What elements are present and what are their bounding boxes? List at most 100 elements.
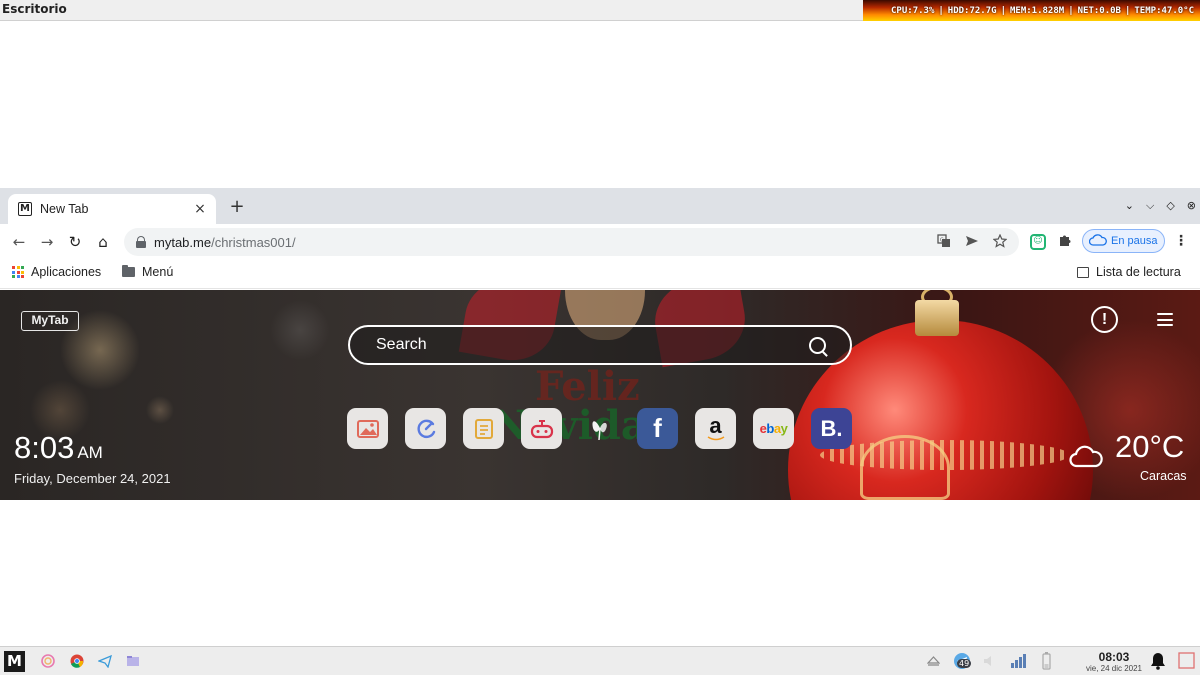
omnibox-actions: G	[937, 233, 1008, 253]
amazon-label: a	[709, 413, 722, 438]
search-box	[348, 325, 852, 365]
telegram-tray-icon[interactable]: 49	[952, 651, 972, 671]
tab-close-icon[interactable]: ×	[192, 201, 208, 217]
translate-icon[interactable]: G	[937, 234, 951, 253]
bookmark-apps-label: Aplicaciones	[31, 265, 102, 279]
sync-paused-icon	[1088, 233, 1107, 249]
send-icon[interactable]	[965, 234, 979, 253]
booking-shortcut[interactable]: B.	[811, 408, 852, 449]
shortcut-row: f a ebay B.	[347, 408, 852, 449]
close-window-icon[interactable]: ⊗	[1187, 200, 1196, 212]
tab-search-icon[interactable]: ⌄	[1125, 200, 1134, 212]
telegram-icon[interactable]	[98, 654, 112, 668]
show-desktop-icon[interactable]	[1178, 652, 1195, 669]
profile-status-label: En pausa	[1111, 235, 1158, 247]
ornament-bow	[860, 435, 950, 500]
booking-label: B.	[820, 415, 843, 441]
bookmark-folder-label: Menú	[142, 265, 174, 279]
taskbar-clock[interactable]: 08:03 vie, 24 dic 2021	[1083, 650, 1145, 674]
sysmon-separator: |	[1000, 5, 1006, 16]
svg-text:G: G	[940, 238, 944, 244]
date-display: Friday, December 24, 2021	[14, 471, 171, 486]
tab-title: New Tab	[40, 202, 89, 216]
sysmon-separator: |	[1124, 5, 1131, 16]
ornament-cap	[915, 300, 959, 336]
notes-shortcut[interactable]	[463, 408, 504, 449]
browser-toolbar: ← → ↻ ⌂ mytab.me /christmas001/ G ☺ En p…	[0, 224, 1200, 259]
lock-icon[interactable]	[136, 236, 146, 248]
browser-menu-icon[interactable]: ⋮	[1174, 233, 1188, 249]
home-button[interactable]: ⌂	[93, 232, 113, 252]
extension-green-icon[interactable]: ☺	[1030, 234, 1046, 250]
volume-icon[interactable]	[983, 655, 995, 667]
butterfly-shortcut[interactable]	[579, 408, 620, 449]
address-bar[interactable]: mytab.me /christmas001/ G	[124, 228, 1019, 256]
profile-paused-button[interactable]: En pausa	[1082, 229, 1165, 253]
amazon-smile-icon	[707, 436, 724, 441]
star-icon[interactable]	[992, 233, 1008, 253]
facebook-label: f	[653, 413, 662, 443]
alert-icon[interactable]: !	[1091, 306, 1118, 333]
clock-display: 8:03 AM	[14, 430, 103, 466]
file-manager-icon[interactable]	[126, 654, 140, 668]
desktop-label[interactable]: Escritorio	[2, 2, 67, 16]
cloud-icon[interactable]	[1069, 444, 1103, 468]
butterfly-icon	[591, 420, 607, 440]
back-button[interactable]: ←	[9, 232, 29, 252]
bookmark-apps[interactable]: Aplicaciones	[12, 265, 101, 279]
puzzle-icon[interactable]	[1058, 233, 1072, 251]
image-icon	[356, 419, 379, 438]
bookmarks-bar: Aplicaciones Menú Lista de lectura	[0, 259, 1200, 289]
net-readout: NET:0.0B	[1077, 5, 1121, 16]
speed-shortcut[interactable]	[405, 408, 446, 449]
eject-icon[interactable]	[927, 656, 940, 667]
gauge-icon	[417, 419, 435, 438]
chrome-icon[interactable]	[70, 654, 84, 668]
mytab-page: Feliz Navidad MyTab ! f a eb	[0, 290, 1200, 500]
tab-new-tab[interactable]: M New Tab ×	[8, 194, 216, 224]
hamburger-menu-icon[interactable]	[1157, 313, 1173, 326]
sysmon-separator: |	[938, 5, 944, 16]
amazon-shortcut[interactable]: a	[695, 408, 736, 449]
games-shortcut[interactable]	[521, 408, 562, 449]
window-controls: ⌄ ⌵ ◇ ⊗	[1125, 200, 1196, 212]
christmas-watermark: Feliz Navidad	[455, 290, 755, 500]
mytab-logo[interactable]: MyTab	[21, 311, 79, 331]
search-icon[interactable]	[809, 337, 826, 354]
gamepad-icon	[530, 419, 553, 438]
maximize-icon[interactable]: ◇	[1166, 200, 1174, 212]
weather-city: Caracas	[1140, 469, 1187, 483]
notes-icon	[474, 418, 493, 439]
temp-readout: TEMP:47.0°C	[1134, 5, 1194, 16]
notification-bell-icon[interactable]	[1150, 652, 1166, 670]
cpu-readout: CPU:7.3%	[891, 5, 935, 16]
ebay-shortcut[interactable]: ebay	[753, 408, 794, 449]
taskbar: M 49 08:03 vie, 24 dic 2021	[0, 646, 1200, 675]
watermark-feliz: Feliz	[535, 363, 640, 410]
app-launcher-icon[interactable]	[41, 654, 55, 668]
network-signal-icon[interactable]	[1010, 654, 1027, 668]
top-panel: Escritorio CPU:7.3% | HDD:72.7G | MEM:1.…	[0, 0, 1200, 21]
new-tab-button[interactable]: +	[228, 198, 246, 216]
tray-badge: 49	[957, 659, 972, 668]
search-input[interactable]	[376, 336, 796, 354]
extensions-area: ☺	[1030, 233, 1072, 251]
url-path: /christmas001/	[211, 234, 296, 250]
clock-time: 8:03	[14, 430, 75, 465]
mytab-favicon-icon: M	[18, 202, 32, 216]
battery-icon[interactable]	[1042, 652, 1051, 670]
taskbar-date: vie, 24 dic 2021	[1085, 664, 1143, 673]
reading-list-icon	[1077, 266, 1089, 278]
forward-button[interactable]: →	[37, 232, 57, 252]
hdd-readout: HDD:72.7G	[947, 5, 997, 16]
gallery-shortcut[interactable]	[347, 408, 388, 449]
apps-grid-icon	[12, 266, 24, 278]
facebook-shortcut[interactable]: f	[637, 408, 678, 449]
bookmark-folder-menu[interactable]: Menú	[122, 265, 173, 279]
minimize-icon[interactable]: ⌵	[1146, 200, 1154, 212]
reload-button[interactable]: ↻	[65, 232, 85, 252]
reading-list-label: Lista de lectura	[1096, 265, 1181, 279]
weather-temperature[interactable]: 20°C	[1115, 429, 1184, 465]
start-menu-button[interactable]: M	[4, 651, 25, 672]
reading-list-button[interactable]: Lista de lectura	[1077, 265, 1181, 279]
